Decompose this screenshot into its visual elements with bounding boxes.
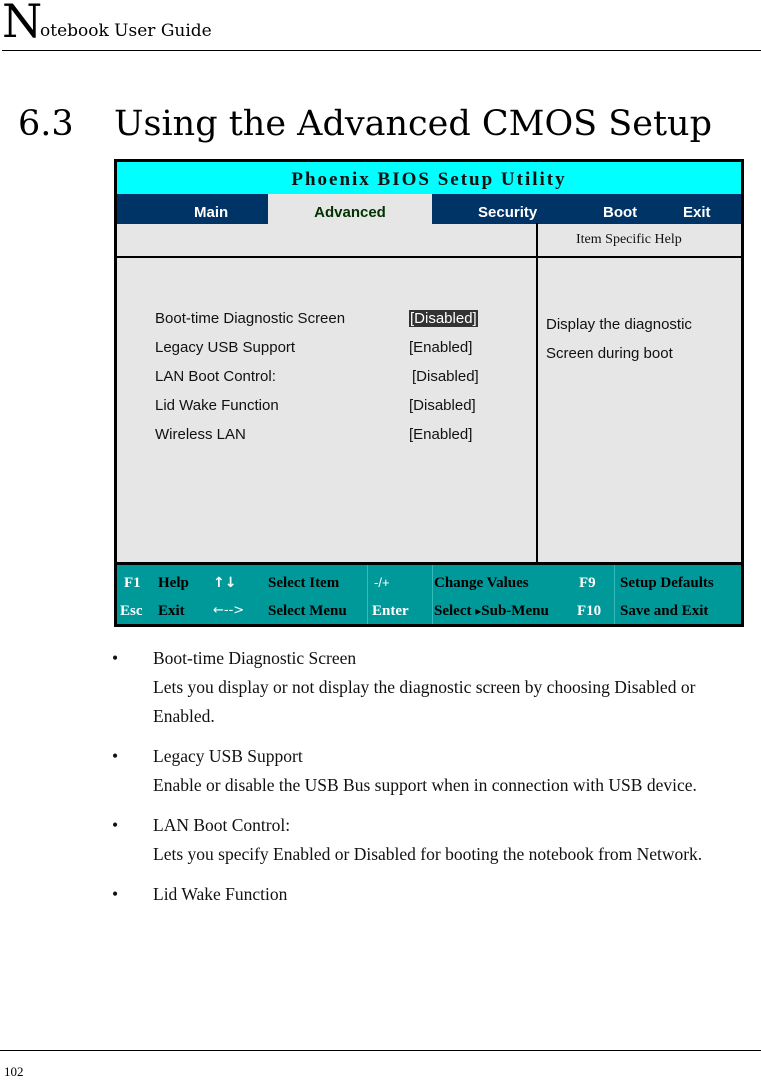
panel-divider	[536, 223, 538, 565]
key-legend-bar: F1 Help ↑↓ Select Item -/+ Change Values…	[117, 562, 741, 624]
menu-tab-main[interactable]: Main	[194, 194, 228, 224]
bullet-list: • Boot-time Diagnostic Screen Lets you d…	[112, 644, 761, 920]
setting-name: LAN Boot Control:	[155, 368, 276, 385]
key-f9-desc: Setup Defaults	[620, 575, 714, 591]
running-header: N otebook User Guide	[2, 0, 761, 51]
key-plus-minus: -/+	[374, 575, 390, 590]
bullet-text: Enable or disable the USB Bus support wh…	[153, 775, 697, 795]
setting-name: Wireless LAN	[155, 426, 246, 443]
menu-tab-security[interactable]: Security	[478, 194, 537, 224]
settings-list: Boot-time Diagnostic Screen [Disabled] L…	[155, 310, 525, 455]
item-specific-help-label: Item Specific Help	[576, 232, 682, 247]
key-esc-desc: Exit	[158, 603, 185, 619]
bullet-title: Boot-time Diagnostic Screen	[153, 648, 357, 668]
arrow-up-down-icon: ↑↓	[213, 575, 237, 591]
bullet-item: • LAN Boot Control: Lets you specify Ena…	[112, 811, 761, 869]
key-f9: F9	[579, 575, 596, 591]
setting-lan-boot-control[interactable]: LAN Boot Control: [Disabled]	[155, 368, 525, 397]
bullet-title: LAN Boot Control:	[153, 815, 291, 835]
keybar-separator	[432, 565, 433, 624]
setting-value[interactable]: [Disabled]	[409, 397, 476, 414]
key-enter-select: Select	[434, 603, 472, 619]
setting-value[interactable]: [Disabled]	[409, 310, 478, 327]
menu-tab-boot[interactable]: Boot	[603, 194, 637, 224]
key-esc: Esc	[120, 603, 143, 619]
setting-wireless-lan[interactable]: Wireless LAN [Enabled]	[155, 426, 525, 455]
menu-tab-exit[interactable]: Exit	[683, 194, 711, 224]
arrow-left-right-icon: ←-->	[213, 603, 245, 618]
section-title: 6.3 Using the Advanced CMOS Setup	[18, 104, 712, 144]
bios-menu-bar: Main Advanced Security Boot Exit	[117, 194, 741, 224]
setting-name: Legacy USB Support	[155, 339, 296, 356]
setting-lid-wake-function[interactable]: Lid Wake Function [Disabled]	[155, 397, 525, 426]
help-line: Screen during boot	[546, 345, 673, 362]
key-enter-desc: Select ▸Sub-Menu	[434, 603, 549, 620]
key-enter-submenu: Sub-Menu	[481, 603, 549, 619]
bios-title: Phoenix BIOS Setup Utility	[117, 162, 741, 194]
help-text: Display the diagnostic Screen during boo…	[546, 310, 692, 368]
key-plus-minus-desc: Change Values	[434, 575, 529, 591]
bullet-item: • Boot-time Diagnostic Screen Lets you d…	[112, 644, 761, 731]
setting-boot-time-diagnostic-screen[interactable]: Boot-time Diagnostic Screen [Disabled]	[155, 310, 525, 339]
setting-legacy-usb-support[interactable]: Legacy USB Support [Enabled]	[155, 339, 525, 368]
bullet-item: • Legacy USB Support Enable or disable t…	[112, 742, 761, 800]
section-title-text: Using the Advanced CMOS Setup	[114, 104, 712, 144]
page-number: 102	[4, 1064, 24, 1079]
menu-tab-advanced[interactable]: Advanced	[268, 194, 432, 224]
help-header: Item Specific Help	[117, 224, 741, 258]
setting-name: Lid Wake Function	[155, 397, 279, 414]
keybar-separator	[367, 565, 368, 624]
bullet-title: Legacy USB Support	[153, 746, 303, 766]
bullet-icon: •	[112, 648, 119, 668]
setting-value[interactable]: [Enabled]	[409, 426, 472, 443]
setting-name: Boot-time Diagnostic Screen	[155, 310, 346, 327]
key-f1-desc: Help	[158, 575, 189, 591]
key-f1: F1	[124, 575, 141, 591]
bios-screenshot: Phoenix BIOS Setup Utility Main Advanced…	[114, 159, 744, 627]
help-line: Display the diagnostic	[546, 316, 692, 333]
bullet-text: Lets you display or not display the diag…	[153, 677, 696, 726]
bullet-icon: •	[112, 746, 119, 766]
key-enter: Enter	[372, 603, 409, 619]
keybar-separator	[614, 565, 615, 624]
bullet-icon: •	[112, 884, 119, 904]
page-footer: 102	[0, 1050, 761, 1079]
bullet-text: Lets you specify Enabled or Disabled for…	[153, 844, 703, 864]
key-arrows-desc: Select Item	[268, 575, 340, 591]
key-f10: F10	[577, 603, 602, 619]
setting-value[interactable]: [Disabled]	[412, 368, 479, 385]
bullet-title: Lid Wake Function	[153, 884, 288, 904]
section-number: 6.3	[18, 104, 74, 144]
bullet-item: • Lid Wake Function	[112, 880, 761, 909]
header-title: otebook User Guide	[40, 21, 212, 41]
setting-value[interactable]: [Enabled]	[409, 339, 472, 356]
key-left-right-desc: Select Menu	[268, 603, 347, 619]
key-f10-desc: Save and Exit	[620, 603, 709, 619]
bullet-icon: •	[112, 815, 119, 835]
header-initial: N	[2, 0, 43, 48]
